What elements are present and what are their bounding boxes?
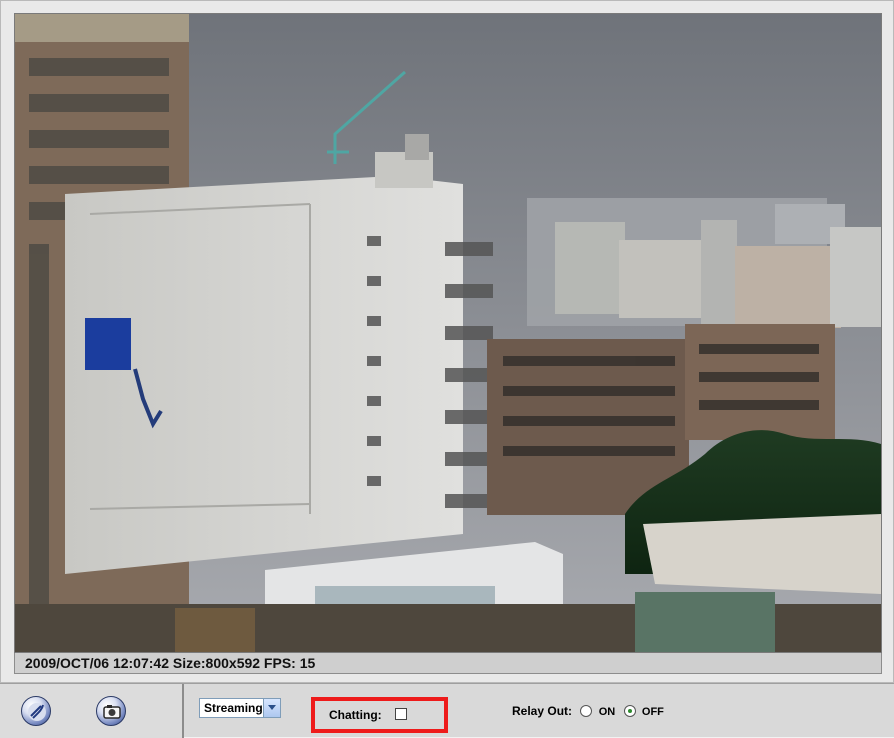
stream-select[interactable]: Streaming 2 [199,698,281,718]
video-frame: 2009/OCT/06 12:07:42 Size:800x592 FPS: 1… [0,0,894,683]
camera-icon[interactable] [96,696,126,726]
camera-stream-view[interactable] [14,13,882,653]
toolbar-left-panel [0,684,184,738]
relay-out-label: Relay Out: [512,704,573,718]
chatting-control: Chatting: [311,697,448,733]
relay-off-label: OFF [641,706,664,718]
camera-image [15,14,881,652]
relay-on-label: ON [598,706,616,718]
relay-on-radio[interactable] [580,705,593,717]
chevron-down-icon[interactable] [263,699,280,717]
chatting-label: Chatting: [329,708,382,722]
relay-off-radio[interactable] [623,705,636,717]
stream-status-overlay: 2009/OCT/06 12:07:42 Size:800x592 FPS: 1… [14,653,882,674]
relay-out-control: Relay Out: ON OFF [512,704,664,718]
control-toolbar: Streaming 2 Chatting: Relay Out: ON OFF [0,683,894,738]
chatting-checkbox[interactable] [395,708,407,720]
satellite-dish-icon[interactable] [21,696,51,726]
